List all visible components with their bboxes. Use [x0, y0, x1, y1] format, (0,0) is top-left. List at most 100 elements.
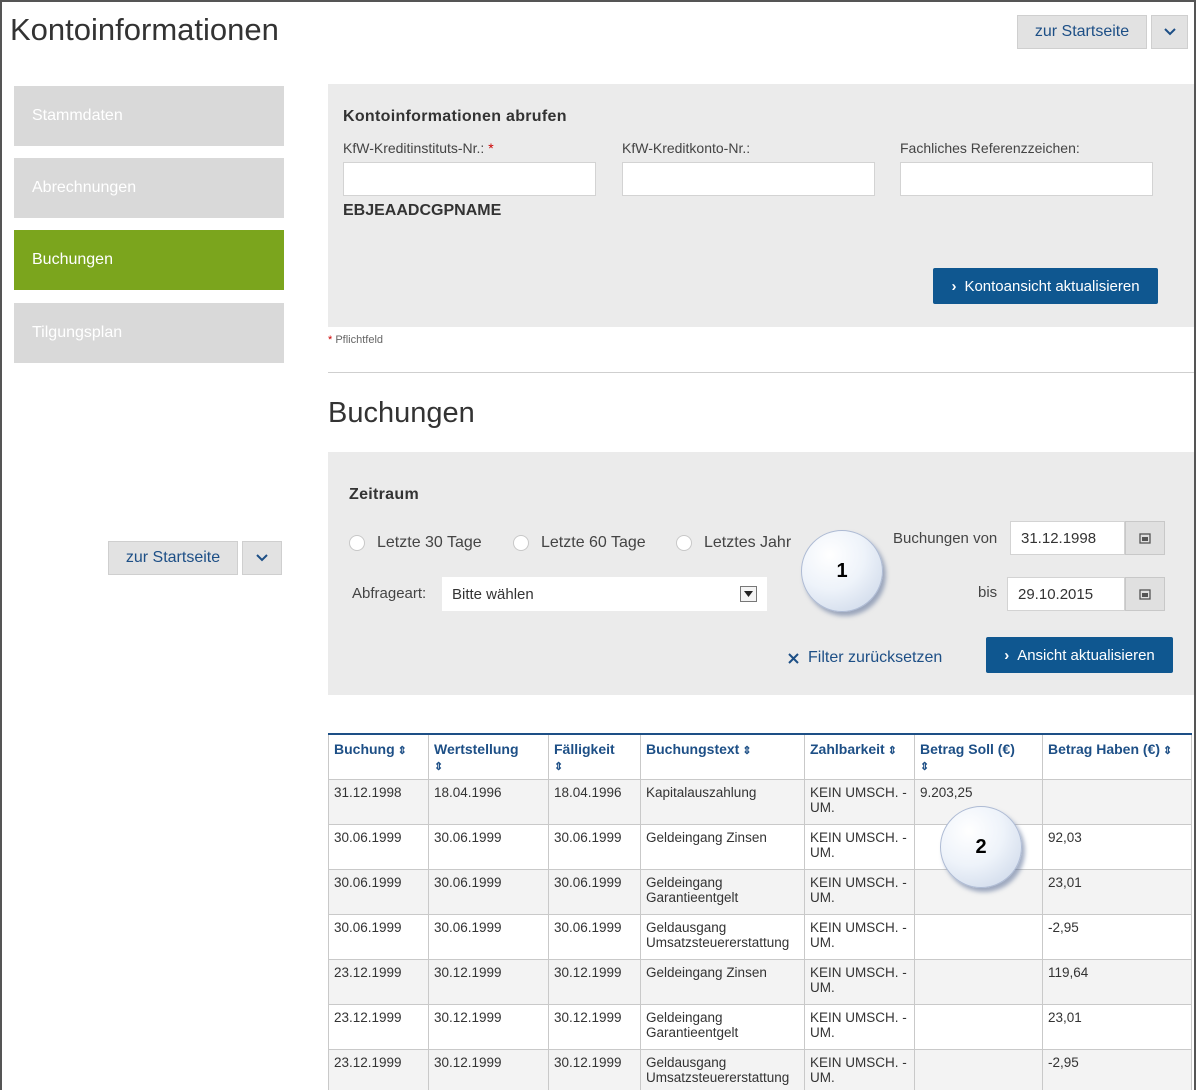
reset-filter-label: Filter zurücksetzen	[808, 649, 943, 666]
sidebar-item-buchungen[interactable]: Buchungen	[14, 230, 284, 290]
table-cell	[914, 1049, 1043, 1090]
table-cell: Kapitalauszahlung	[640, 779, 805, 825]
column-header-zahlbarkeit[interactable]: Zahlbarkeit ⇕	[804, 733, 915, 780]
select-arrow-icon	[740, 586, 757, 602]
to-date-picker-button[interactable]	[1125, 577, 1165, 611]
sidebar-item-stammdaten[interactable]: Stammdaten	[14, 86, 284, 146]
table-cell: KEIN UMSCH. -UM.	[804, 869, 915, 915]
refresh-account-label: Kontoansicht aktualisieren	[964, 277, 1140, 295]
home-button-top[interactable]: zur Startseite	[1017, 15, 1147, 49]
table-row: 30.06.1999 30.06.1999 30.06.1999 Geldeingan…	[328, 869, 1192, 915]
reset-filter-link[interactable]: Filter zurücksetzen	[788, 649, 942, 667]
sidebar-item-tilgungsplan[interactable]: Tilgungsplan	[14, 303, 284, 363]
table-cell: KEIN UMSCH. -UM.	[804, 779, 915, 825]
table-cell: Geldeingang Zinsen	[640, 959, 805, 1005]
table-cell: KEIN UMSCH. -UM.	[804, 824, 915, 870]
chevron-down-icon	[1163, 28, 1176, 36]
table-row: 31.12.1998 18.04.1996 18.04.1996 Kapitalaus…	[328, 779, 1192, 825]
institute-name: EBJEAADCGPNAME	[343, 202, 502, 219]
update-view-button[interactable]: › Ansicht aktualisieren	[986, 637, 1173, 673]
table-cell: KEIN UMSCH. -UM.	[804, 1049, 915, 1090]
sidebar-item-abrechnungen[interactable]: Abrechnungen	[14, 158, 284, 218]
table-cell: 18.04.1996	[548, 779, 641, 825]
calendar-icon	[1139, 589, 1151, 600]
column-header-buchungstext[interactable]: Buchungstext ⇕	[640, 733, 805, 780]
sort-icon: ⇕	[887, 745, 897, 757]
close-icon	[788, 652, 799, 664]
table-cell: Geldeingang Garantieentgelt	[640, 1004, 805, 1050]
bookings-table: Buchung ⇕ Wertstellung ⇕ Fälligkeit ⇕ Buchu…	[328, 733, 1192, 1090]
reference-input[interactable]	[900, 162, 1153, 196]
table-cell: Geldeingang Garantieentgelt	[640, 869, 805, 915]
column-header-wertstellung[interactable]: Wertstellung ⇕	[428, 733, 549, 780]
table-cell: -2,95	[1042, 914, 1192, 960]
reference-label: Fachliches Referenzzeichen:	[900, 140, 1080, 156]
table-cell: KEIN UMSCH. -UM.	[804, 1004, 915, 1050]
table-cell: 30.12.1999	[548, 1004, 641, 1050]
table-cell: 30.12.1999	[548, 1049, 641, 1090]
callout-badge-1: 1	[801, 530, 883, 612]
radio-last-60-days[interactable]: Letzte 60 Tage	[513, 534, 646, 552]
sort-icon: ⇕	[1163, 745, 1173, 757]
from-date-picker-button[interactable]	[1125, 521, 1165, 555]
sort-icon: ⇕	[920, 761, 930, 773]
calendar-icon	[1139, 533, 1151, 544]
table-cell	[914, 959, 1043, 1005]
table-cell: 92,03	[1042, 824, 1192, 870]
filter-title: Zeitraum	[349, 486, 419, 503]
table-cell: 30.06.1999	[328, 914, 429, 960]
to-date-label: bis	[978, 584, 998, 601]
table-cell: -2,95	[1042, 1049, 1192, 1090]
table-cell: 30.06.1999	[548, 824, 641, 870]
column-header-faelligkeit[interactable]: Fälligkeit ⇕	[548, 733, 641, 780]
table-cell: 23.12.1999	[328, 1004, 429, 1050]
table-cell: 30.06.1999	[428, 914, 549, 960]
table-cell: 23,01	[1042, 1004, 1192, 1050]
from-date-input[interactable]: 31.12.1998	[1010, 521, 1125, 555]
table-cell	[914, 1004, 1043, 1050]
table-cell: Geldeingang Zinsen	[640, 824, 805, 870]
table-row: 30.06.1999 30.06.1999 30.06.1999 Geldeingan…	[328, 824, 1192, 870]
radio-last-30-days[interactable]: Letzte 30 Tage	[349, 534, 482, 552]
to-date-input[interactable]: 29.10.2015	[1007, 577, 1125, 611]
page-title: Kontoinformationen	[10, 12, 279, 47]
query-type-label: Abfrageart:	[352, 585, 427, 602]
table-cell: 30.12.1999	[428, 1049, 549, 1090]
table-cell: 119,64	[1042, 959, 1192, 1005]
sort-icon: ⇕	[397, 745, 407, 757]
home-dropdown-button-sidebar[interactable]	[242, 541, 282, 575]
refresh-account-button[interactable]: › Kontoansicht aktualisieren	[933, 268, 1158, 304]
required-note: * Pflichtfeld	[328, 334, 384, 346]
sidebar-item-label: Abrechnungen	[32, 179, 137, 196]
table-cell: 30.06.1999	[328, 869, 429, 915]
from-date-label: Buchungen von	[893, 530, 998, 547]
column-header-betrag-haben[interactable]: Betrag Haben (€) ⇕	[1042, 733, 1192, 780]
table-header-row: Buchung ⇕ Wertstellung ⇕ Fälligkeit ⇕ Buchu…	[328, 733, 1192, 780]
table-cell: 23,01	[1042, 869, 1192, 915]
chevron-down-icon	[256, 554, 268, 562]
table-cell: KEIN UMSCH. -UM.	[804, 959, 915, 1005]
column-header-betrag-soll[interactable]: Betrag Soll (€) ⇕	[914, 733, 1043, 780]
column-header-buchung[interactable]: Buchung ⇕	[328, 733, 429, 780]
callout-badge-2: 2	[940, 806, 1022, 888]
institute-label: KfW-Kreditinstituts-Nr.: *	[343, 140, 494, 156]
table-cell: 30.12.1999	[428, 1004, 549, 1050]
table-cell	[914, 914, 1043, 960]
query-type-select[interactable]: Bitte wählen	[442, 577, 767, 611]
account-number-input[interactable]	[622, 162, 875, 196]
table-cell: 23.12.1999	[328, 959, 429, 1005]
sort-icon: ⇕	[742, 745, 752, 757]
table-cell: 23.12.1999	[328, 1049, 429, 1090]
update-view-label: Ansicht aktualisieren	[1017, 646, 1155, 664]
table-cell: 18.04.1996	[428, 779, 549, 825]
home-dropdown-button-top[interactable]	[1151, 15, 1188, 49]
radio-last-year[interactable]: Letztes Jahr	[676, 534, 791, 552]
bookings-heading: Buchungen	[328, 397, 475, 429]
institute-number-input[interactable]	[343, 162, 596, 196]
table-row: 23.12.1999 30.12.1999 30.12.1999 Geldeingan…	[328, 1004, 1192, 1050]
table-cell	[1042, 779, 1192, 825]
table-cell: 30.06.1999	[548, 869, 641, 915]
chevron-right-icon: ›	[951, 277, 957, 295]
sidebar-item-label: Tilgungsplan	[32, 324, 123, 341]
home-button-sidebar[interactable]: zur Startseite	[108, 541, 238, 575]
